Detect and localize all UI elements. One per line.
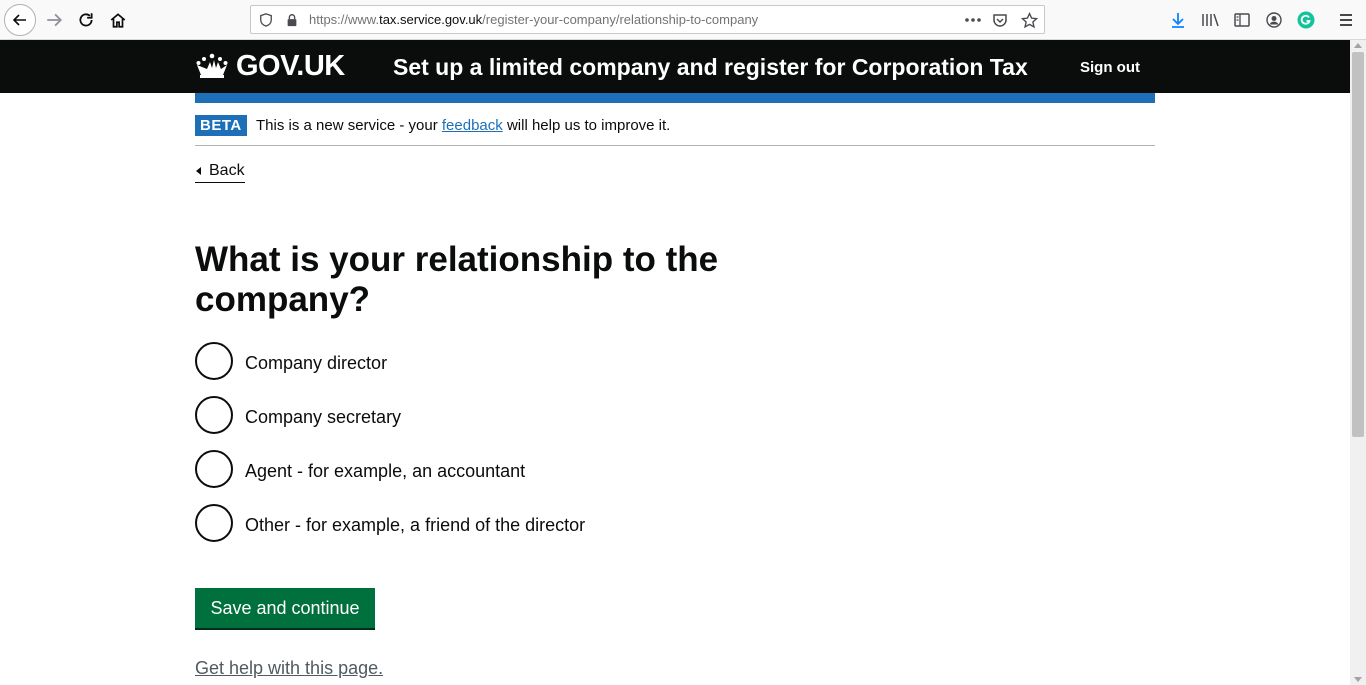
scroll-thumb[interactable] (1352, 52, 1364, 437)
grammarly-icon[interactable] (1296, 10, 1316, 30)
back-link[interactable]: Back (195, 161, 245, 183)
crown-icon (196, 53, 228, 78)
url-host: tax.service.gov.uk (379, 12, 483, 27)
page: GOV.UK Set up a limited company and regi… (0, 40, 1350, 685)
home-icon (110, 13, 126, 28)
radio-label[interactable]: Agent - for example, an accountant (245, 460, 525, 482)
pocket-icon[interactable] (991, 11, 1009, 29)
radio-label[interactable]: Company secretary (245, 406, 401, 428)
arrow-left-icon (12, 14, 26, 26)
browser-reload-button[interactable] (72, 6, 100, 34)
shield-icon[interactable] (257, 11, 275, 29)
bookmark-star-icon[interactable] (1020, 11, 1038, 29)
phase-banner-text: This is a new service - your feedback wi… (256, 116, 670, 135)
header-blue-bar (195, 93, 1155, 103)
gov-header: GOV.UK Set up a limited company and regi… (0, 40, 1350, 93)
beta-tag: BETA (195, 115, 247, 136)
address-bar[interactable]: https://www.tax.service.gov.uk/register-… (250, 5, 1045, 34)
back-link-label: Back (209, 162, 245, 179)
scroll-down-arrow-icon[interactable] (1354, 677, 1362, 682)
menu-icon[interactable] (1336, 10, 1356, 30)
back-triangle-icon (196, 167, 201, 175)
library-icon[interactable] (1200, 10, 1220, 30)
radio-circle[interactable] (195, 396, 233, 434)
page-scrollbar[interactable] (1350, 40, 1366, 685)
arrow-right-icon (47, 13, 63, 27)
reload-icon (79, 13, 93, 27)
browser-toolbar: https://www.tax.service.gov.uk/register-… (0, 0, 1366, 40)
phase-banner-text-after: will help us to improve it. (502, 117, 671, 134)
scroll-up-arrow-icon[interactable] (1354, 43, 1362, 48)
browser-forward-button[interactable] (40, 6, 68, 34)
service-name[interactable]: Set up a limited company and register fo… (393, 54, 1028, 81)
url-text[interactable]: https://www.tax.service.gov.uk/register-… (309, 6, 758, 33)
download-icon[interactable] (1168, 10, 1188, 30)
radio-label[interactable]: Company director (245, 352, 387, 374)
save-and-continue-button[interactable]: Save and continue (195, 588, 375, 628)
radio-circle[interactable] (195, 504, 233, 542)
page-title: What is your relationship to the company… (195, 240, 719, 319)
account-icon[interactable] (1264, 10, 1284, 30)
get-help-link[interactable]: Get help with this page. (195, 658, 383, 679)
phase-banner: BETA This is a new service - your feedba… (195, 113, 1155, 146)
browser-back-button[interactable] (4, 4, 36, 36)
more-actions-icon[interactable] (964, 11, 982, 29)
lock-icon[interactable] (283, 11, 301, 29)
radio-circle[interactable] (195, 342, 233, 380)
gov-uk-logo[interactable]: GOV.UK (236, 50, 345, 83)
radio-label[interactable]: Other - for example, a friend of the dir… (245, 514, 585, 536)
sidebar-icon[interactable] (1232, 10, 1252, 30)
phase-banner-text-before: This is a new service - your (256, 117, 442, 134)
sign-out-link[interactable]: Sign out (1080, 59, 1140, 76)
radio-circle[interactable] (195, 450, 233, 488)
url-prefix: https://www. (309, 12, 380, 27)
url-path: /register-your-company/relationship-to-c… (482, 12, 759, 27)
browser-home-button[interactable] (104, 6, 132, 34)
feedback-link[interactable]: feedback (442, 117, 503, 134)
